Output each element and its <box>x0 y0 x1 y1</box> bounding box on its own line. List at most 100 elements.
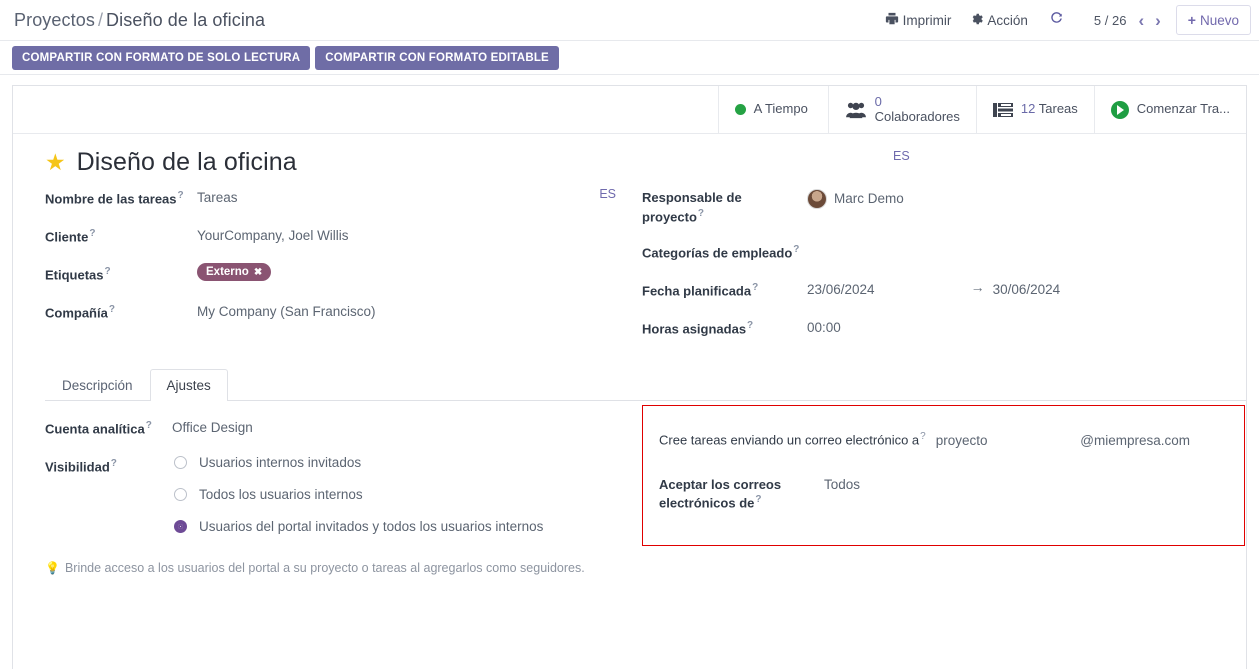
label-create-tasks-email-text: Cree tareas enviando un correo electróni… <box>659 432 920 448</box>
stat-button-tasks[interactable]: 12 Tareas <box>975 86 1094 133</box>
print-label: Imprimir <box>902 12 952 28</box>
label-task-name-text: Nombre de las tareas <box>45 191 177 207</box>
label-company: Compañía? <box>45 301 197 322</box>
help-icon[interactable]: ? <box>752 282 758 293</box>
field-row-analytic-account: Cuenta analítica? Office Design <box>45 417 645 439</box>
label-analytic-account: Cuenta analítica? <box>45 417 172 438</box>
help-icon[interactable]: ? <box>105 266 111 277</box>
value-allocated-hours[interactable]: 00:00 <box>807 317 841 337</box>
value-company[interactable]: My Company (San Francisco) <box>197 301 376 321</box>
close-icon[interactable]: ✖ <box>254 267 262 278</box>
field-row-accept-emails-from: Aceptar los correos electrónicos de? Tod… <box>659 474 1228 512</box>
breadcrumb: Proyectos / Diseño de la oficina <box>14 10 265 31</box>
help-icon[interactable]: ? <box>698 208 704 219</box>
label-tags: Etiquetas? <box>45 263 197 284</box>
lang-badge-right[interactable]: ES <box>893 149 910 163</box>
control-panel: Proyectos / Diseño de la oficina Imprimir … <box>0 0 1259 41</box>
refresh-icon[interactable] <box>1037 8 1076 33</box>
email-settings-box: Cree tareas enviando un correo electróni… <box>642 405 1245 547</box>
value-task-name[interactable]: Tareas <box>197 187 238 207</box>
chevron-left-icon[interactable]: ‹ <box>1133 12 1149 29</box>
value-customer[interactable]: YourCompany, Joel Willis <box>197 225 349 245</box>
field-row-employee-categories: Categorías de empleado? <box>642 241 1228 263</box>
help-icon[interactable]: ? <box>89 228 95 239</box>
value-planned-date-start[interactable]: 23/06/2024 <box>807 279 875 299</box>
label-accept-emails-from-text: Aceptar los correos electrónicos de <box>659 476 782 511</box>
help-icon[interactable]: ? <box>178 190 184 201</box>
radio-all-internal[interactable] <box>174 488 187 502</box>
field-row-allocated-hours: Horas asignadas? 00:00 <box>642 317 1228 339</box>
help-icon[interactable]: ? <box>755 494 761 505</box>
breadcrumb-separator: / <box>97 9 104 30</box>
value-project-manager[interactable]: Marc Demo <box>807 187 904 209</box>
field-group-left: Nombre de las tareas? Tareas ES Cliente?… <box>13 187 628 355</box>
label-accept-emails-from: Aceptar los correos electrónicos de? <box>659 476 824 512</box>
value-analytic-account[interactable]: Office Design <box>172 417 253 437</box>
help-icon[interactable]: ? <box>747 320 753 331</box>
share-readonly-button[interactable]: COMPARTIR CON FORMATO DE SOLO LECTURA <box>12 45 311 70</box>
stat-button-row: A Tiempo 0 Colaboradores 12 Tareas Comen… <box>13 86 1246 134</box>
label-customer: Cliente? <box>45 225 197 246</box>
radio-label-portal-and-internal: Usuarios del portal invitados y todos lo… <box>199 519 544 535</box>
stat-label-tasks: Tareas <box>1038 101 1078 117</box>
tab-description[interactable]: Descripción <box>45 369 150 401</box>
date-range-arrow-icon: → <box>970 279 985 296</box>
lang-badge-task-name[interactable]: ES <box>599 187 628 201</box>
visibility-option-portal-and-internal[interactable]: Usuarios del portal invitados y todos lo… <box>172 519 543 534</box>
help-icon[interactable]: ? <box>920 431 926 442</box>
tab-settings[interactable]: Ajustes <box>149 369 228 402</box>
stat-button-collaborators[interactable]: 0 Colaboradores <box>827 86 976 133</box>
field-row-company: Compañía? My Company (San Francisco) <box>45 301 628 323</box>
gear-icon <box>969 12 984 29</box>
new-button[interactable]: + Nuevo <box>1175 5 1251 35</box>
lightbulb-icon: 💡 <box>45 561 60 576</box>
label-customer-text: Cliente <box>45 229 89 245</box>
field-row-visibility: Visibilidad? Usuarios internos invitados… <box>45 455 645 551</box>
stat-collaborators-text: 0 Colaboradores <box>875 94 960 125</box>
label-analytic-account-text: Cuenta analítica <box>45 421 145 437</box>
project-manager-name: Marc Demo <box>834 190 904 206</box>
stat-button-on-time[interactable]: A Tiempo <box>717 86 828 133</box>
action-label: Acción <box>987 12 1028 28</box>
field-row-tags: Etiquetas? Externo ✖ <box>45 263 628 285</box>
share-editable-button[interactable]: COMPARTIR CON FORMATO EDITABLE <box>315 45 559 70</box>
tab-panel-settings: Cuenta analítica? Office Design Visibili… <box>45 401 1246 551</box>
star-icon[interactable]: ★ <box>45 151 66 174</box>
tag-chip[interactable]: Externo ✖ <box>197 263 272 281</box>
value-email-domain: @miempresa.com <box>1080 432 1190 448</box>
stat-tasks-text: 12 Tareas <box>1021 101 1078 117</box>
breadcrumb-current: Diseño de la oficina <box>106 9 266 30</box>
sheet-wrapper: A Tiempo 0 Colaboradores 12 Tareas Comen… <box>0 75 1259 669</box>
help-icon[interactable]: ? <box>109 304 115 315</box>
radio-invited-internal[interactable] <box>174 456 187 470</box>
field-row-create-tasks-email: Cree tareas enviando un correo electróni… <box>659 431 1228 447</box>
value-email-alias[interactable]: proyecto <box>936 433 988 448</box>
breadcrumb-parent[interactable]: Proyectos <box>14 10 95 30</box>
tasks-icon <box>992 102 1013 118</box>
printer-icon <box>885 12 899 29</box>
play-icon <box>1110 100 1129 119</box>
label-project-manager-text: Responsable de proyecto <box>642 190 742 224</box>
visibility-option-invited-internal[interactable]: Usuarios internos invitados <box>172 455 543 470</box>
page-title: Diseño de la oficina <box>76 148 297 176</box>
tag-label: Externo <box>206 266 249 278</box>
radio-label-invited-internal: Usuarios internos invitados <box>199 455 362 471</box>
label-employee-categories: Categorías de empleado? <box>642 241 807 262</box>
stat-label-start-work: Comenzar Tra... <box>1136 101 1230 117</box>
visibility-option-all-internal[interactable]: Todos los usuarios internos <box>172 487 543 502</box>
people-icon <box>845 101 867 119</box>
field-row-planned-date: Fecha planificada? 23/06/2024 → 30/06/20… <box>642 279 1228 301</box>
help-icon[interactable]: ? <box>111 458 117 469</box>
stat-button-start-work[interactable]: Comenzar Tra... <box>1093 86 1246 133</box>
label-tags-text: Etiquetas <box>45 267 104 283</box>
value-accept-emails-from[interactable]: Todos <box>824 474 860 494</box>
help-icon[interactable]: ? <box>793 244 799 255</box>
label-visibility: Visibilidad? <box>45 455 172 551</box>
value-tags: Externo ✖ <box>197 263 272 281</box>
action-button[interactable]: Acción <box>960 8 1037 33</box>
chevron-right-icon[interactable]: › <box>1150 12 1166 29</box>
help-icon[interactable]: ? <box>146 420 152 431</box>
value-planned-date-end[interactable]: 30/06/2024 <box>993 279 1061 299</box>
radio-portal-and-internal[interactable] <box>174 520 187 534</box>
print-button[interactable]: Imprimir <box>876 8 961 33</box>
